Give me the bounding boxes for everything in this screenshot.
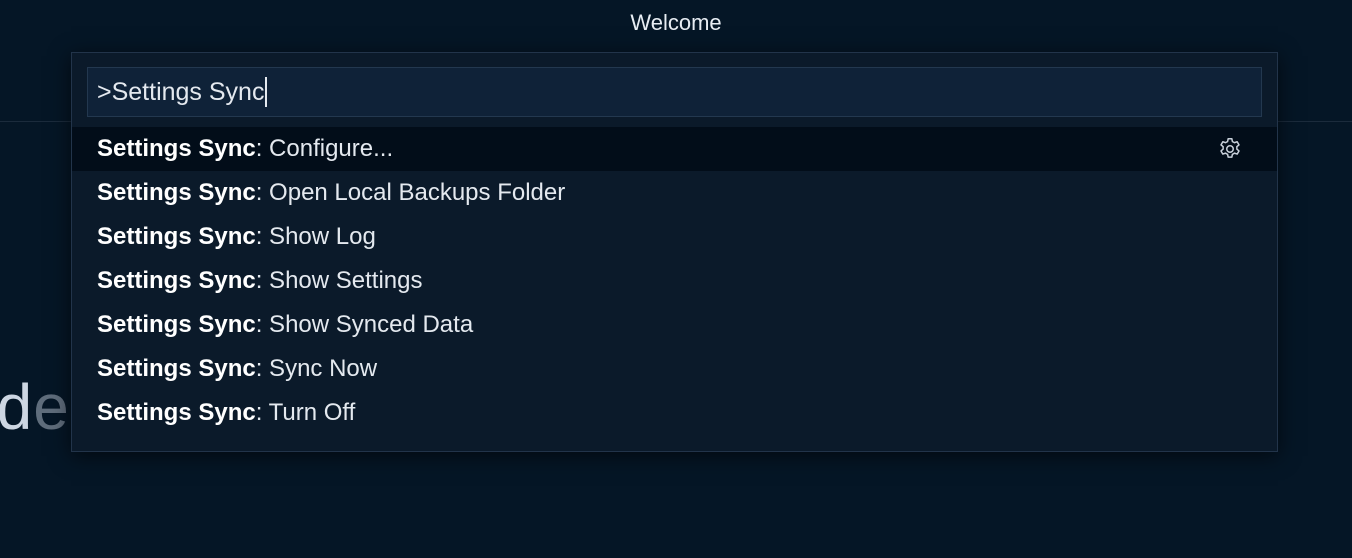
result-label: : Show Log	[255, 223, 376, 250]
command-palette-input-text: >Settings Sync	[97, 78, 265, 106]
result-label: : Show Settings	[255, 267, 423, 294]
result-label: : Turn Off	[255, 399, 356, 426]
result-label: : Sync Now	[255, 355, 378, 382]
command-result-item[interactable]: Settings Sync: Open Local Backups Folder	[72, 171, 1277, 215]
result-label: : Configure...	[255, 135, 394, 162]
result-label: : Open Local Backups Folder	[255, 179, 566, 206]
command-result-item[interactable]: Settings Sync: Show Log	[72, 215, 1277, 259]
result-match-text: Settings Sync	[97, 135, 256, 162]
result-match-text: Settings Sync	[97, 179, 256, 206]
text-caret	[265, 77, 268, 107]
command-palette: >Settings Sync Settings Sync: Configure.…	[71, 52, 1278, 452]
command-result-item[interactable]: Settings Sync: Show Synced Data	[72, 303, 1277, 347]
result-match-text: Settings Sync	[97, 311, 256, 338]
gear-icon[interactable]	[1217, 136, 1243, 162]
result-match-text: Settings Sync	[97, 223, 256, 250]
command-result-item[interactable]: Settings Sync: Show Settings	[72, 259, 1277, 303]
result-label: : Show Synced Data	[255, 311, 474, 338]
command-result-item[interactable]: Settings Sync: Configure...	[72, 127, 1277, 171]
result-match-text: Settings Sync	[97, 267, 256, 294]
welcome-heading-visible: od	[0, 371, 34, 443]
command-result-item[interactable]: Settings Sync: Turn Off	[72, 391, 1277, 435]
result-match-text: Settings Sync	[97, 399, 256, 426]
command-palette-input[interactable]: >Settings Sync	[87, 67, 1262, 117]
welcome-heading-faded: e	[33, 371, 70, 443]
command-results-list: Settings Sync: Configure... Settings Syn…	[72, 127, 1277, 435]
welcome-heading: ode	[0, 370, 70, 444]
result-match-text: Settings Sync	[97, 355, 256, 382]
command-result-item[interactable]: Settings Sync: Sync Now	[72, 347, 1277, 391]
window-title: Welcome	[630, 10, 722, 35]
